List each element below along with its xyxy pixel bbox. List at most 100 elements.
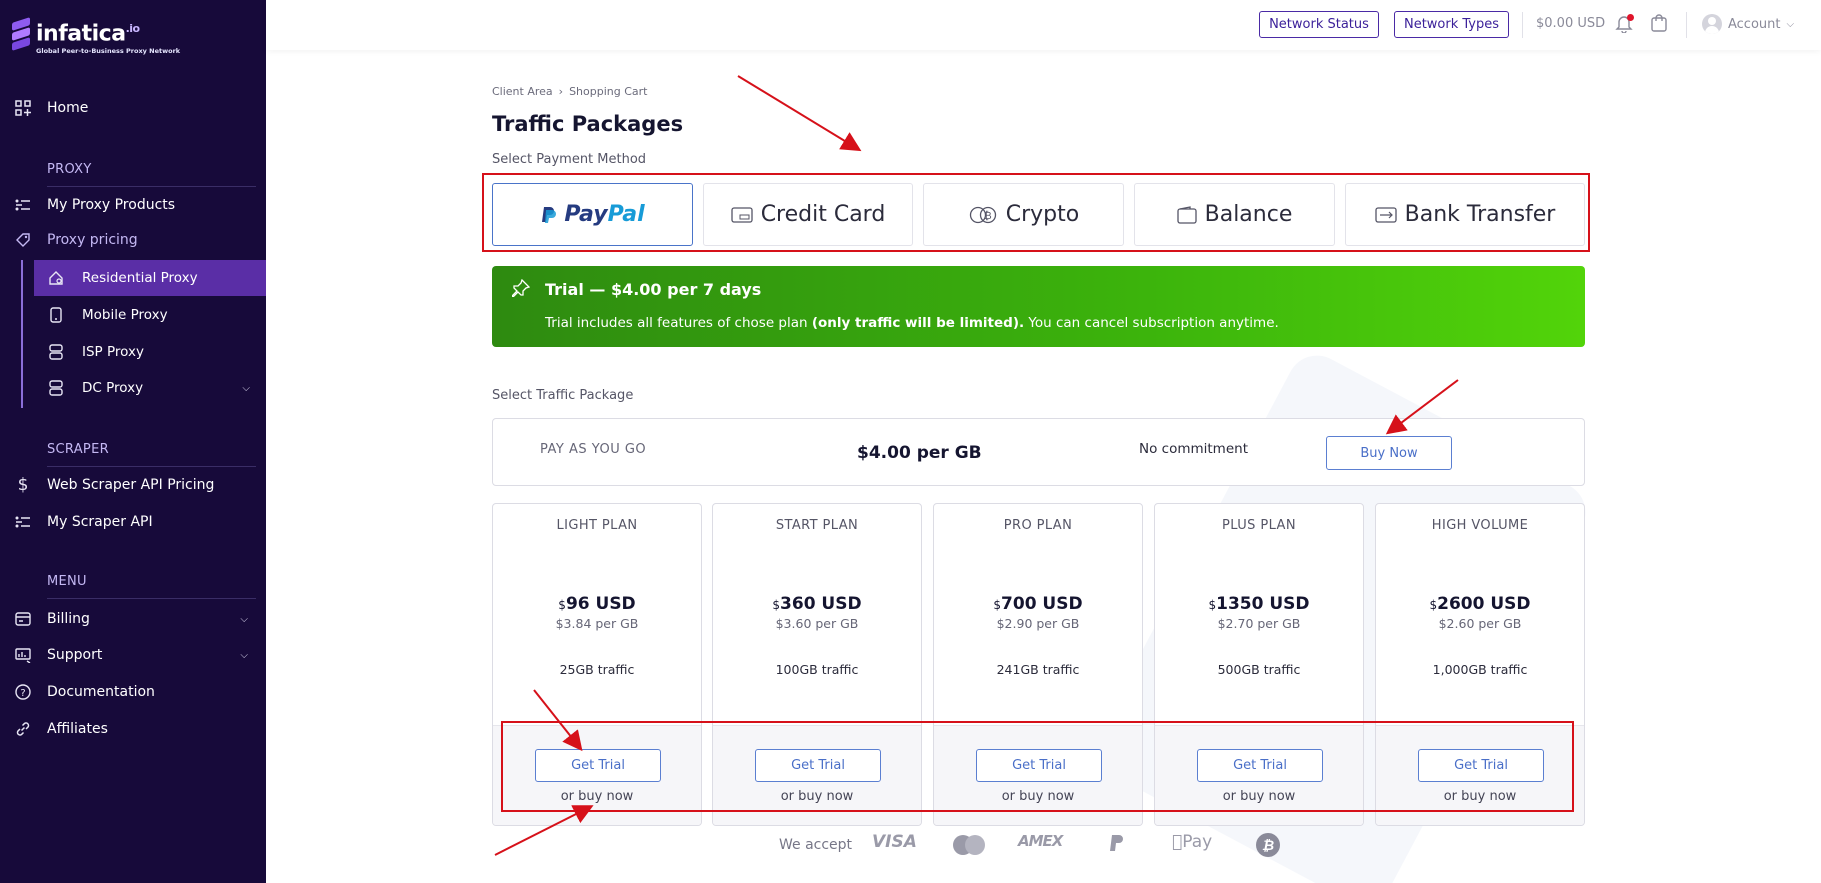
page-title: Traffic Packages: [492, 112, 684, 136]
section-title-proxy: PROXY: [47, 162, 92, 177]
section-divider: [47, 466, 256, 467]
link-icon: [14, 720, 32, 738]
trial-description: Trial includes all features of chose pla…: [545, 315, 1279, 331]
plan-traffic: 25GB traffic: [559, 662, 635, 677]
avatar: [1702, 14, 1722, 34]
sidebar-item-label: ISP Proxy: [82, 344, 144, 360]
chevron-down-icon[interactable]: ⌵: [240, 614, 248, 625]
sidebar-item-my-scraper-api[interactable]: My Scraper API: [0, 505, 266, 539]
sidebar-item-label: Residential Proxy: [82, 270, 198, 286]
home-location-icon: [48, 270, 64, 286]
sidebar-item-label: Proxy pricing: [47, 232, 138, 248]
plan-name: HIGH VOLUME: [1431, 518, 1529, 533]
database-icon: [48, 380, 64, 396]
sidebar-item-my-proxy-products[interactable]: My Proxy Products: [0, 188, 266, 222]
cart-icon[interactable]: [1650, 13, 1670, 35]
section-title-menu: MENU: [47, 574, 87, 589]
support-icon: [14, 646, 32, 664]
plan-name: LIGHT PLAN: [556, 518, 638, 533]
wallet-icon: [14, 610, 32, 628]
bell-icon[interactable]: [1615, 13, 1635, 35]
chevron-right-icon: ›: [558, 85, 564, 98]
chevron-down-icon[interactable]: ⌵: [240, 650, 248, 661]
plan-price: $96 USD: [558, 594, 636, 614]
plan-per-gb: $3.84 per GB: [555, 616, 639, 631]
tag-icon: [14, 231, 32, 249]
mastercard-icon: [949, 833, 989, 862]
plan-name: PRO PLAN: [1003, 518, 1073, 533]
logo-icon: [12, 16, 30, 54]
topbar: Network Status Network Types $0.00 USD A…: [266, 0, 1821, 50]
plan-traffic: 1,000GB traffic: [1432, 662, 1528, 677]
traffic-package-label: Select Traffic Package: [492, 388, 634, 403]
network-types-button[interactable]: Network Types: [1394, 11, 1509, 38]
sidebar-item-web-scraper-pricing[interactable]: $ Web Scraper API Pricing: [0, 468, 266, 502]
brand-name: infatica.io: [36, 21, 140, 47]
plan-per-gb: $2.70 per GB: [1217, 616, 1301, 631]
sidebar-item-label: Mobile Proxy: [82, 307, 168, 323]
sidebar-item-dc-proxy[interactable]: DC Proxy ⌵: [34, 370, 266, 406]
section-divider: [47, 186, 256, 187]
trial-banner: Trial — $4.00 per 7 days Trial includes …: [492, 266, 1585, 347]
logo[interactable]: infatica.io Global Peer-to-Business Prox…: [12, 16, 181, 56]
list-icon: [14, 513, 32, 531]
sidebar-item-documentation[interactable]: ? Documentation: [0, 675, 266, 709]
plan-price: $1350 USD: [1208, 594, 1310, 614]
annotation-box-trial-buttons: [501, 721, 1574, 812]
plan-price: $360 USD: [772, 594, 862, 614]
sidebar-item-label: Documentation: [47, 684, 155, 700]
package-commitment: No commitment: [1139, 441, 1248, 457]
sidebar-item-residential-proxy[interactable]: Residential Proxy: [34, 260, 266, 296]
amex-icon: AMEX: [1018, 832, 1063, 850]
chevron-down-icon[interactable]: ⌵: [242, 383, 250, 394]
svg-text:?: ?: [20, 688, 25, 699]
svg-text:₿: ₿: [1262, 838, 1274, 854]
chevron-down-icon: ⌵: [1786, 18, 1795, 30]
plan-name: PLUS PLAN: [1222, 518, 1296, 533]
sidebar-item-proxy-pricing[interactable]: Proxy pricing: [0, 223, 266, 257]
plan-traffic: 100GB traffic: [775, 662, 859, 677]
sidebar-item-label: Affiliates: [47, 721, 108, 737]
sidebar-item-label: My Proxy Products: [47, 197, 176, 213]
breadcrumb-client-area[interactable]: Client Area: [492, 85, 553, 98]
package-price: $4.00 per GB: [857, 443, 982, 463]
sidebar-item-label: Home: [47, 100, 89, 116]
we-accept-label: We accept: [779, 837, 853, 853]
sidebar-item-home[interactable]: Home: [0, 91, 266, 125]
network-status-button[interactable]: Network Status: [1259, 11, 1379, 38]
account-menu[interactable]: Account ⌵: [1702, 14, 1794, 34]
payment-method-label: Select Payment Method: [492, 152, 647, 167]
breadcrumb-current: Shopping Cart: [569, 85, 648, 98]
sidebar-item-affiliates[interactable]: Affiliates: [0, 712, 266, 746]
server-icon: [48, 344, 64, 360]
submenu-rail: [21, 260, 23, 408]
sidebar-item-isp-proxy[interactable]: ISP Proxy: [34, 334, 266, 370]
visa-icon: VISA: [872, 832, 917, 852]
sidebar: infatica.io Global Peer-to-Business Prox…: [0, 0, 266, 883]
brand-tagline: Global Peer-to-Business Proxy Network: [36, 47, 181, 56]
sidebar-item-billing[interactable]: Billing ⌵: [0, 602, 266, 636]
sidebar-item-label: Billing: [47, 611, 90, 627]
buy-now-button[interactable]: Buy Now: [1326, 436, 1452, 470]
paypal-icon: [1108, 834, 1126, 859]
plan-name: START PLAN: [775, 518, 859, 533]
account-label: Account: [1728, 16, 1781, 32]
plan-per-gb: $3.60 per GB: [775, 616, 859, 631]
pin-icon: [511, 278, 531, 302]
sidebar-item-mobile-proxy[interactable]: Mobile Proxy: [34, 297, 266, 333]
notification-dot: [1627, 14, 1634, 21]
topbar-divider: [1522, 12, 1523, 38]
plan-price: $2600 USD: [1429, 594, 1531, 614]
sidebar-item-support[interactable]: Support ⌵: [0, 638, 266, 672]
breadcrumb: Client Area › Shopping Cart: [492, 85, 647, 98]
help-circle-icon: ?: [14, 683, 32, 701]
list-icon: [14, 196, 32, 214]
sidebar-item-label: My Scraper API: [47, 514, 153, 530]
plan-traffic: 241GB traffic: [996, 662, 1080, 677]
annotation-box-payment: [482, 173, 1590, 252]
trial-title: Trial — $4.00 per 7 days: [545, 280, 762, 299]
plan-traffic: 500GB traffic: [1217, 662, 1301, 677]
section-title-scraper: SCRAPER: [47, 442, 109, 457]
topbar-divider: [1686, 12, 1687, 38]
mobile-icon: [48, 307, 64, 323]
